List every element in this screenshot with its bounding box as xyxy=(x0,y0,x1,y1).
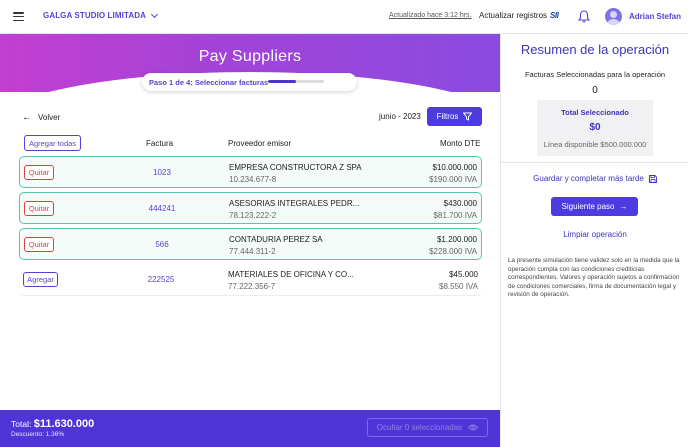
total-label: Total: xyxy=(11,419,32,429)
disclaimer-text: La presente simulación tiene validez sol… xyxy=(508,257,680,298)
add-invoice-button[interactable]: Agregar xyxy=(23,272,58,287)
table-row: Agregar 222525 MATERIALES DE OFICINA Y C… xyxy=(19,264,482,296)
hide-selected-button[interactable]: Ocultar 0 seleccionadas xyxy=(367,418,488,437)
arrow-left-icon: ← xyxy=(22,112,32,123)
save-later-button[interactable]: Guardar y completar más tarde xyxy=(501,174,688,183)
last-updated-link[interactable]: Actualizado hace 3:12 hrs. xyxy=(389,12,472,19)
total-value: $11.630.000 xyxy=(33,418,95,430)
top-bar: GALGA STUDIO LIMITADA Actualizado hace 3… xyxy=(0,0,688,34)
supplier-name: MATERIALES DE OFICINA Y CO... xyxy=(228,270,354,279)
hide-selected-label: Ocultar 0 seleccionadas xyxy=(376,423,463,432)
table-row: Quitar 444241 ASESORIAS INTEGRALES PEDR.… xyxy=(19,192,482,224)
avatar[interactable] xyxy=(605,8,622,25)
discount-label: Descuento: 1.36% xyxy=(11,431,65,438)
invoice-amount: $45.000 xyxy=(449,270,478,279)
eye-icon xyxy=(468,424,479,431)
supplier-name: ASESORIAS INTEGRALES PEDR... xyxy=(229,199,360,208)
supplier-rut: 78.123.222-2 xyxy=(229,211,277,220)
filter-icon xyxy=(463,112,473,121)
summary-title: Resumen de la operación xyxy=(520,42,670,57)
sii-logo: SII xyxy=(550,11,559,20)
back-button[interactable]: ← Volver xyxy=(22,112,60,123)
clear-operation-button[interactable]: Limpiar operación xyxy=(501,230,688,239)
column-header-supplier: Proveedor emisor xyxy=(228,139,292,148)
filters-button[interactable]: Filtros xyxy=(427,107,482,126)
supplier-name: EMPRESA CONSTRUCTORA Z SPA xyxy=(229,163,362,172)
refresh-records-button[interactable]: Actualizar registros SII xyxy=(479,11,559,20)
step-progress-fill xyxy=(268,80,296,83)
selected-invoices-label: Facturas Seleccionadas para la operación xyxy=(524,70,666,79)
step-indicator: Paso 1 de 4: Seleccionar facturas xyxy=(142,73,357,91)
save-icon xyxy=(648,174,657,183)
company-selector[interactable]: GALGA STUDIO LIMITADA xyxy=(43,10,159,20)
user-name[interactable]: Adrian Stefan xyxy=(629,12,681,21)
table-row: Quitar 1023 EMPRESA CONSTRUCTORA Z SPA 1… xyxy=(19,156,482,188)
total-selected-label: Total Seleccionado xyxy=(561,108,629,117)
invoice-number-link[interactable]: 222525 xyxy=(143,275,179,284)
supplier-rut: 77.222.356-7 xyxy=(228,282,276,291)
remove-invoice-button[interactable]: Quitar xyxy=(24,237,54,252)
remove-invoice-button[interactable]: Quitar xyxy=(24,165,54,180)
supplier-rut: 10.234.677-8 xyxy=(229,175,277,184)
available-line: Línea disponible $500.000.000 xyxy=(543,140,647,149)
bell-icon[interactable] xyxy=(578,10,590,23)
supplier-rut: 77.444.311-2 xyxy=(229,247,276,256)
page-title: Pay Suppliers xyxy=(198,48,302,65)
invoice-amount: $1.200.000 xyxy=(436,235,477,244)
refresh-records-label: Actualizar registros xyxy=(479,11,548,20)
invoice-number-link[interactable]: 566 xyxy=(144,240,180,249)
invoice-amount: $10.000.000 xyxy=(432,163,478,172)
arrow-right-icon: → xyxy=(619,202,628,211)
column-header-invoice: Factura xyxy=(146,139,174,148)
filters-label: Filtros xyxy=(436,112,459,121)
add-all-button[interactable]: Agregar todas xyxy=(24,135,81,151)
selected-invoices-count: 0 xyxy=(592,85,598,96)
invoice-iva: $228.000 IVA xyxy=(429,247,477,256)
company-name: GALGA STUDIO LIMITADA xyxy=(43,11,146,20)
chevron-down-icon xyxy=(150,10,159,18)
table-row: Quitar 566 CONTADURIA PEREZ SA 77.444.31… xyxy=(19,228,482,260)
operation-summary-panel: Resumen de la operación Facturas Selecci… xyxy=(500,34,688,447)
supplier-name: CONTADURIA PEREZ SA xyxy=(229,235,323,244)
column-header-amount: Monto DTE xyxy=(440,139,481,148)
invoice-iva: $8.550 IVA xyxy=(439,282,478,291)
invoice-number-link[interactable]: 444241 xyxy=(144,204,180,213)
back-label: Volver xyxy=(38,113,61,122)
next-step-button[interactable]: Siguiente paso → xyxy=(551,197,638,216)
total-selected-value: $0 xyxy=(589,122,601,133)
total-amount: Total: $11.630.000 xyxy=(11,418,94,430)
save-later-label: Guardar y completar más tarde xyxy=(533,174,644,183)
period-label: junio - 2023 xyxy=(379,112,421,121)
step-label: Paso 1 de 4: Seleccionar facturas xyxy=(149,77,269,87)
total-selected-box: Total Seleccionado $0 Línea disponible $… xyxy=(537,100,653,156)
next-step-label: Siguiente paso xyxy=(561,202,615,211)
main-panel: Pay Suppliers Paso 1 de 4: Seleccionar f… xyxy=(0,34,500,447)
step-progress-bar xyxy=(268,80,324,83)
invoice-iva: $81.700 IVA xyxy=(433,211,477,220)
invoice-amount: $430.000 xyxy=(443,199,477,208)
remove-invoice-button[interactable]: Quitar xyxy=(24,201,54,216)
menu-icon[interactable] xyxy=(13,12,24,21)
divider xyxy=(501,162,688,163)
invoice-iva: $190.000 IVA xyxy=(429,175,477,184)
invoice-number-link[interactable]: 1023 xyxy=(144,168,180,177)
totals-footer: Total: $11.630.000 Descuento: 1.36% Ocul… xyxy=(0,410,500,447)
